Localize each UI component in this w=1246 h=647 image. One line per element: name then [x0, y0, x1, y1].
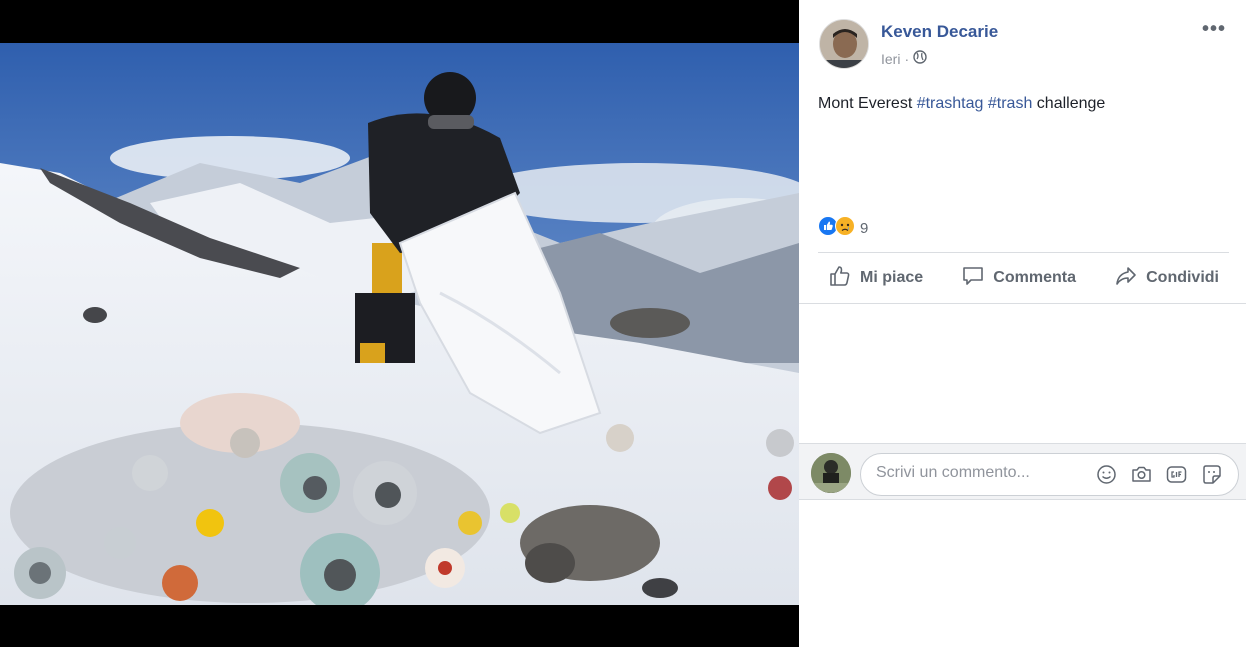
author-name[interactable]: Keven Decarie	[881, 22, 998, 42]
speech-bubble-icon	[961, 264, 985, 293]
hashtag-trashtag[interactable]: #trashtag	[917, 95, 984, 112]
hashtag-trash[interactable]: #trash	[988, 95, 1032, 112]
globe-icon[interactable]	[913, 50, 927, 67]
author-avatar[interactable]	[819, 19, 869, 69]
post-text-suffix: challenge	[1032, 95, 1106, 112]
comment-input-box[interactable]	[860, 453, 1239, 496]
post-text: Mont Everest #trashtag #trash challenge	[818, 95, 1105, 113]
sad-reaction-icon	[835, 216, 855, 241]
meta-separator: ·	[904, 50, 910, 67]
commenter-photo-icon	[811, 453, 851, 493]
commenter-avatar[interactable]	[811, 453, 851, 493]
reaction-count: 9	[860, 220, 869, 237]
share-button[interactable]: Condividi	[1114, 264, 1219, 293]
comment-tools	[1096, 464, 1222, 485]
more-options-button[interactable]: •••	[1202, 18, 1226, 41]
post-actions: Mi piace Commenta Condividi	[818, 260, 1229, 296]
comment-input[interactable]	[876, 464, 1086, 482]
share-label: Condividi	[1146, 269, 1219, 286]
post-text-prefix: Mont Everest	[818, 95, 917, 112]
reactions-summary[interactable]: 9	[818, 216, 868, 241]
post-photo[interactable]	[0, 43, 799, 605]
gif-icon[interactable]	[1166, 464, 1187, 485]
comment-label: Commenta	[993, 269, 1076, 286]
like-button[interactable]: Mi piace	[828, 264, 923, 293]
post-panel: Keven Decarie Ieri · ••• Mont Everest #t…	[799, 0, 1246, 647]
camera-icon[interactable]	[1131, 464, 1152, 485]
reactions-divider	[818, 252, 1229, 253]
everest-photo	[0, 43, 799, 605]
sticker-icon[interactable]	[1201, 464, 1222, 485]
emoji-icon[interactable]	[1096, 464, 1117, 485]
author-face-icon	[820, 20, 868, 68]
like-label: Mi piace	[860, 269, 924, 286]
comment-button[interactable]: Commenta	[961, 264, 1076, 293]
photo-viewer	[0, 0, 799, 647]
post-time[interactable]: Ieri	[881, 51, 900, 67]
post-meta: Ieri ·	[881, 50, 927, 67]
share-arrow-icon	[1114, 264, 1138, 293]
comment-composer	[799, 443, 1246, 500]
actions-divider	[799, 303, 1246, 304]
thumbs-up-icon	[828, 264, 852, 293]
